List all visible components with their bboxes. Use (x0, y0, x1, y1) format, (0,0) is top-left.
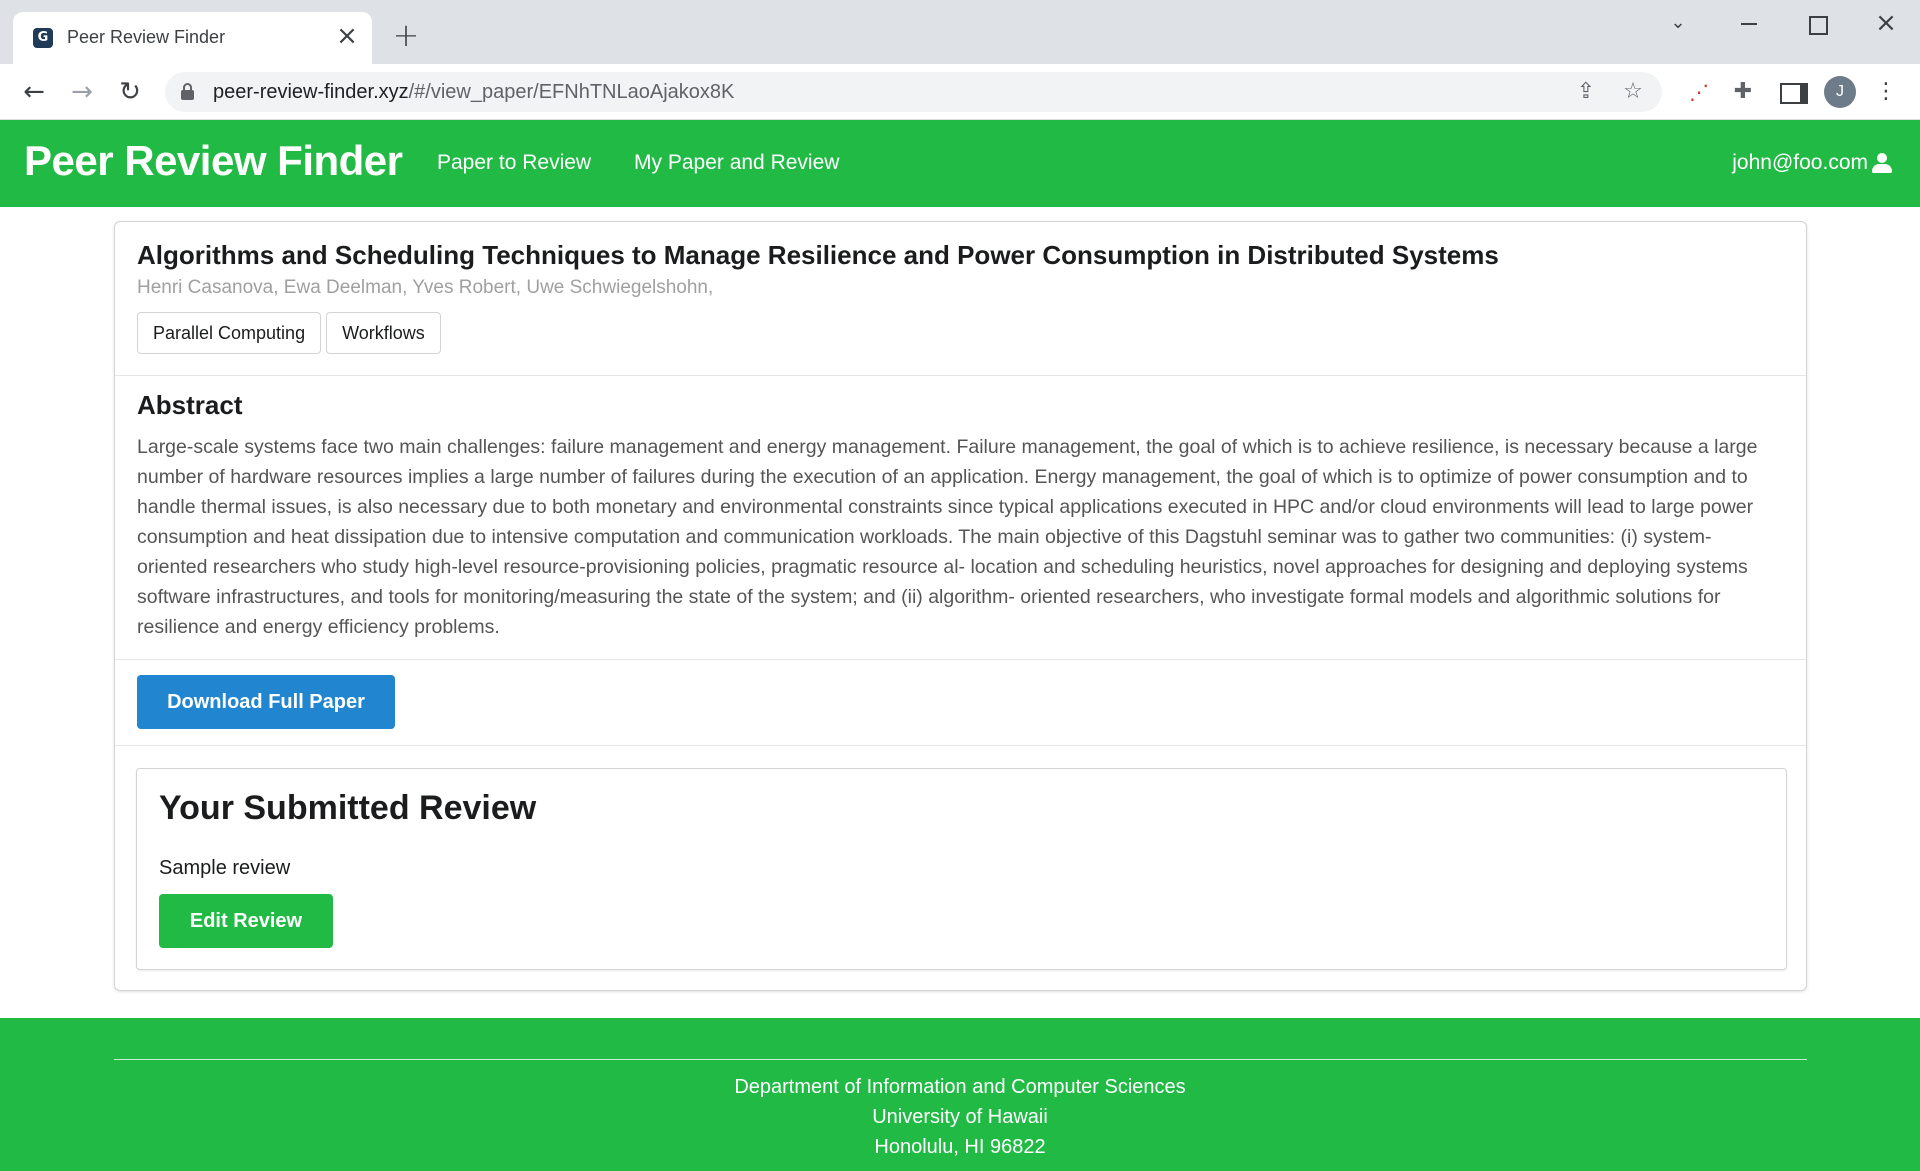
share-icon[interactable]: ⇪ (1572, 78, 1600, 106)
paper-authors: Henri Casanova, Ewa Deelman, Yves Robert… (137, 277, 714, 298)
paper-card: Algorithms and Scheduling Techniques to … (114, 221, 1807, 991)
app-navbar: Peer Review Finder Paper to Review My Pa… (0, 120, 1920, 207)
abstract-heading: Abstract (137, 390, 243, 420)
browser-tabstrip: G Peer Review Finder × + ⌄ × (0, 0, 1920, 64)
close-window-button[interactable]: × (1866, 8, 1906, 38)
divider (115, 375, 1806, 376)
lock-icon[interactable] (181, 83, 194, 100)
brand-logo[interactable]: Peer Review Finder (24, 137, 403, 185)
tag-list: Parallel Computing Workflows (137, 312, 441, 354)
edit-review-button[interactable]: Edit Review (159, 894, 333, 948)
footer-department: Department of Information and Computer S… (734, 1076, 1186, 1098)
submitted-review-panel: Your Submitted Review Sample review Edit… (136, 768, 1787, 970)
back-arrow-icon[interactable]: ← (17, 75, 51, 109)
address-bar[interactable]: peer-review-finder.xyz/#/view_paper/EFNh… (165, 72, 1662, 112)
browser-toolbar: ← → ↻ peer-review-finder.xyz/#/view_pape… (0, 64, 1920, 120)
abstract-text: Large-scale systems face two main challe… (137, 436, 1758, 638)
paper-title: Algorithms and Scheduling Techniques to … (137, 240, 1499, 270)
minimize-window-button[interactable] (1728, 8, 1768, 38)
favicon-icon: G (33, 28, 53, 48)
puzzle-icon[interactable]: ✚ (1728, 77, 1758, 107)
divider (115, 745, 1806, 746)
url-text[interactable]: peer-review-finder.xyz/#/view_paper/EFNh… (213, 81, 734, 104)
new-tab-button[interactable]: + (390, 19, 422, 52)
profile-avatar[interactable]: J (1824, 76, 1856, 108)
tab-search-chevron-icon[interactable]: ⌄ (1658, 8, 1698, 38)
footer-university: University of Hawaii (872, 1106, 1048, 1128)
star-icon[interactable]: ☆ (1619, 78, 1647, 106)
footer-divider (114, 1059, 1807, 1060)
forward-arrow-icon[interactable]: → (65, 75, 99, 109)
nav-paper-to-review[interactable]: Paper to Review (437, 151, 591, 175)
tab-title: Peer Review Finder (67, 27, 226, 47)
side-panel-icon[interactable] (1775, 77, 1808, 107)
user-email: john@foo.com (1732, 151, 1868, 174)
maximize-window-button[interactable] (1797, 8, 1837, 38)
browser-tab[interactable]: G Peer Review Finder × (13, 12, 372, 64)
close-icon[interactable]: × (334, 23, 360, 50)
url-host: peer-review-finder.xyz (213, 81, 409, 103)
user-icon (1872, 153, 1892, 173)
tag-parallel-computing[interactable]: Parallel Computing (137, 312, 322, 354)
review-heading: Your Submitted Review (159, 789, 537, 827)
tag-workflows[interactable]: Workflows (326, 312, 441, 354)
footer-address: Honolulu, HI 96822 (874, 1136, 1046, 1158)
extension-icon[interactable]: ⋰ (1684, 77, 1714, 107)
url-path: /#/view_paper/EFNhTNLaoAjakox8K (408, 81, 735, 103)
reload-icon[interactable]: ↻ (113, 75, 147, 109)
user-menu[interactable]: john@foo.com (1732, 151, 1892, 175)
divider (115, 659, 1806, 660)
page-footer: Department of Information and Computer S… (0, 1018, 1920, 1171)
review-text: Sample review (159, 857, 291, 879)
kebab-menu-icon[interactable]: ⋮ (1874, 76, 1898, 108)
nav-my-paper-and-review[interactable]: My Paper and Review (634, 151, 839, 175)
download-full-paper-button[interactable]: Download Full Paper (137, 675, 395, 729)
